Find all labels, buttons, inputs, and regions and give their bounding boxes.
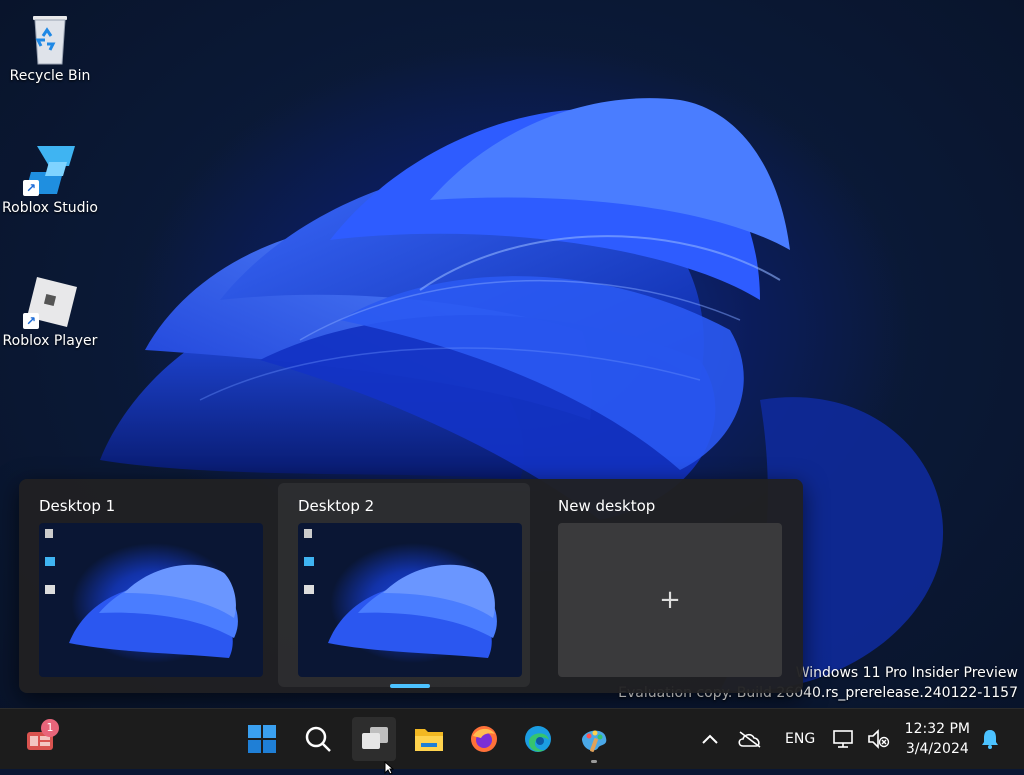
- start-icon: [248, 725, 276, 753]
- plus-icon: +: [659, 585, 681, 615]
- desktop-icon-label: Roblox Player: [2, 333, 98, 349]
- show-hidden-icons-button[interactable]: [690, 717, 730, 761]
- search-button[interactable]: [296, 717, 340, 761]
- task-view-icon: [362, 727, 388, 749]
- roblox-player-icon: ↗: [23, 275, 77, 329]
- cloud-offline-icon: [738, 731, 761, 748]
- new-desktop-tile[interactable]: New desktop +: [538, 483, 790, 687]
- paint-icon: [582, 730, 607, 752]
- taskbar: 1 ENG 12:32 PM 3/4/2024: [0, 708, 1024, 775]
- virtual-desktop-1[interactable]: Desktop 1: [19, 483, 271, 687]
- volume-button[interactable]: [860, 717, 896, 761]
- language-indicator[interactable]: ENG: [785, 731, 815, 747]
- paint-button[interactable]: [572, 717, 616, 761]
- virtual-desktop-2[interactable]: Desktop 2: [278, 483, 530, 687]
- desktop-icon-label: Recycle Bin: [9, 68, 91, 84]
- desktop-icon-recycle-bin[interactable]: Recycle Bin: [0, 10, 100, 84]
- onedrive-button[interactable]: [730, 717, 770, 761]
- desktop-icon-label: Roblox Studio: [2, 200, 98, 216]
- edge-icon: [525, 726, 551, 752]
- firefox-icon: [471, 726, 497, 752]
- clock-button[interactable]: 12:32 PM 3/4/2024: [905, 719, 970, 759]
- file-explorer-button[interactable]: [407, 717, 451, 761]
- active-desktop-indicator: [390, 684, 430, 688]
- desktop-icon-roblox-player[interactable]: ↗ Roblox Player: [0, 275, 100, 349]
- mouse-cursor: [384, 761, 394, 775]
- bell-icon: [982, 730, 998, 749]
- firefox-button[interactable]: [462, 717, 506, 761]
- running-indicator: [591, 760, 597, 763]
- search-icon: [305, 726, 331, 752]
- clock-date: 3/4/2024: [905, 741, 969, 757]
- roblox-studio-icon: ↗: [23, 142, 77, 196]
- desktop-title: Desktop 2: [298, 497, 375, 515]
- edge-button[interactable]: [516, 717, 560, 761]
- clock-time: 12:32 PM: [904, 721, 970, 737]
- network-button[interactable]: [826, 717, 862, 761]
- desktop-title: New desktop: [558, 497, 656, 515]
- desktop-icon-roblox-studio[interactable]: ↗ Roblox Studio: [0, 142, 100, 216]
- file-explorer-icon: [415, 729, 443, 751]
- desktop-thumbnail: [39, 523, 263, 677]
- desktop-thumbnail: [298, 523, 522, 677]
- start-button[interactable]: [240, 717, 284, 761]
- shortcut-arrow-icon: ↗: [23, 180, 39, 196]
- desktop-title: Desktop 1: [39, 497, 116, 515]
- notifications-button[interactable]: [972, 717, 1008, 761]
- watermark-line1: Windows 11 Pro Insider Preview: [795, 665, 1018, 681]
- widgets-button[interactable]: 1: [18, 717, 62, 761]
- task-view-panel: Desktop 1 Desktop 2 New desktop +: [19, 479, 803, 693]
- new-desktop-button[interactable]: +: [558, 523, 782, 677]
- notification-badge: 1: [41, 719, 59, 737]
- recycle-bin-icon: [23, 10, 77, 65]
- task-view-button[interactable]: [352, 717, 396, 761]
- chevron-up-icon: [702, 734, 718, 744]
- volume-muted-icon: [868, 729, 890, 749]
- shortcut-arrow-icon: ↗: [23, 313, 39, 329]
- network-icon: [833, 730, 853, 748]
